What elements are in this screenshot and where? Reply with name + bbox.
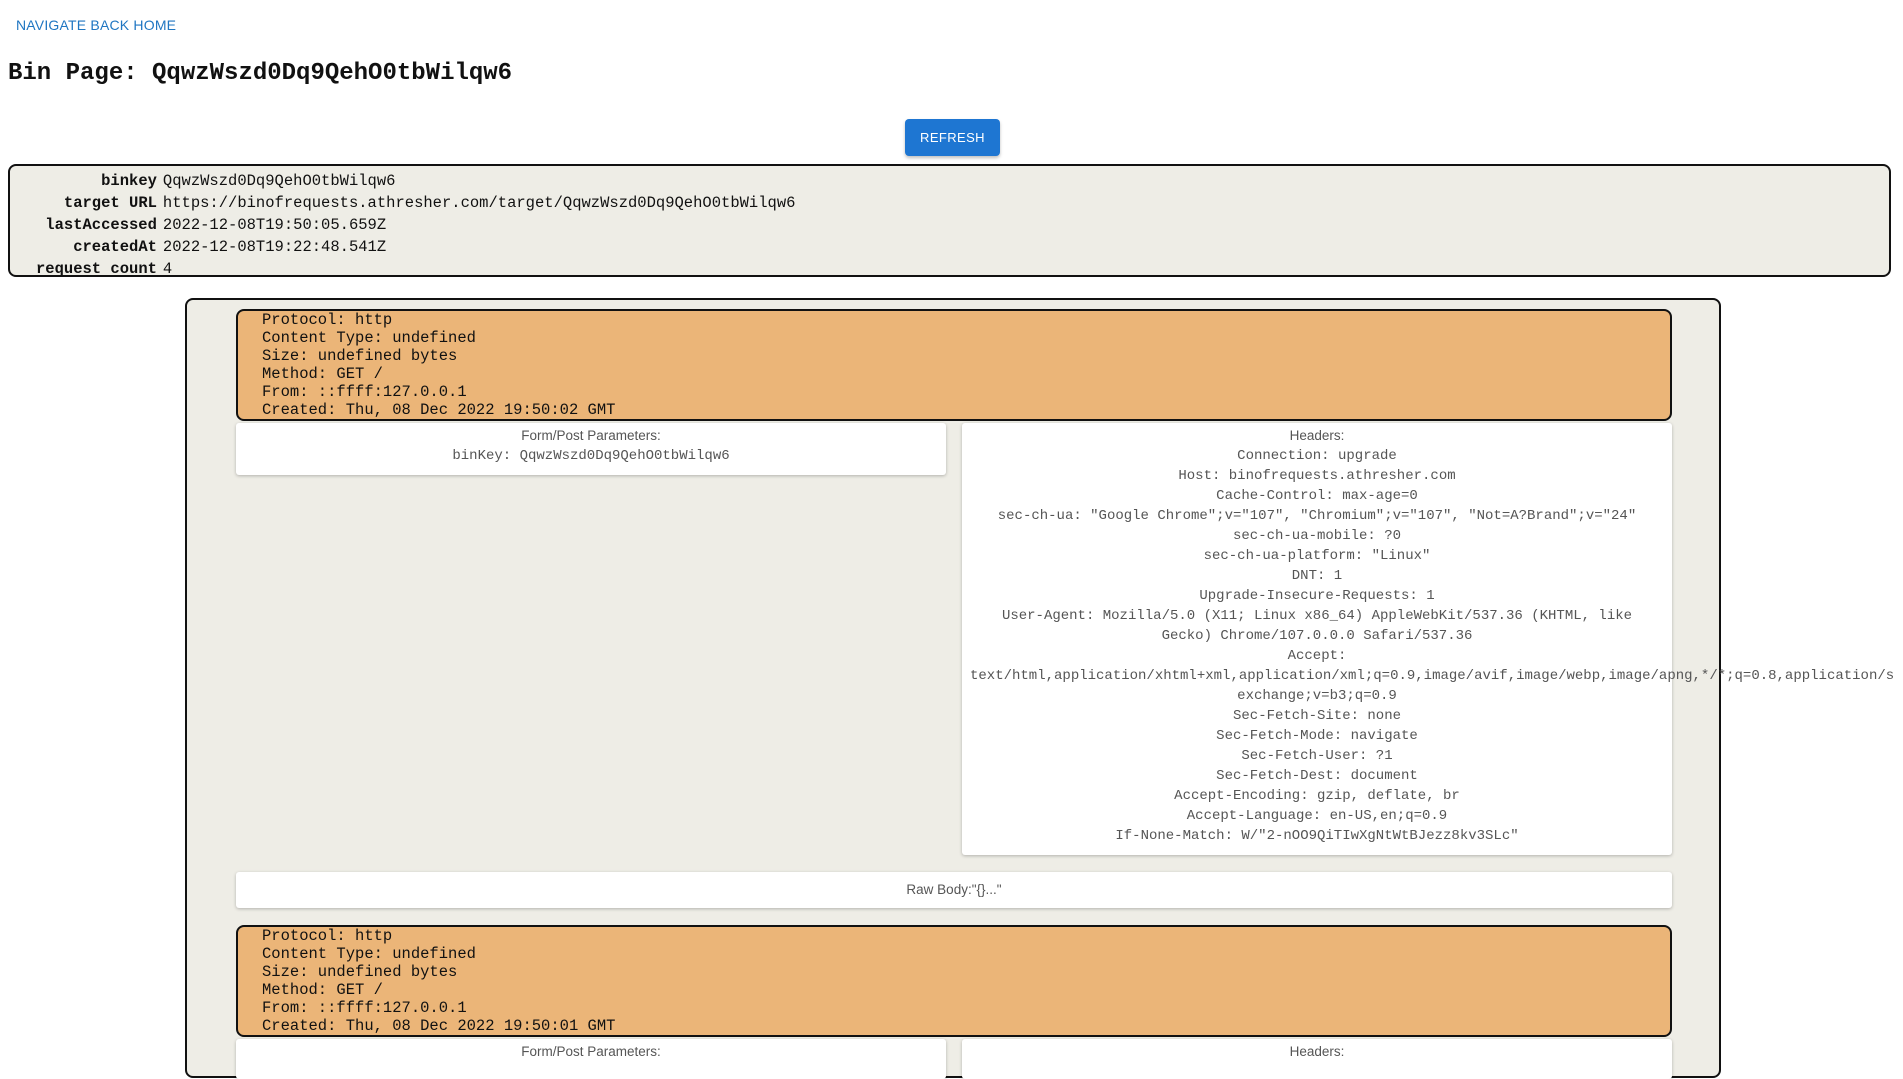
request-from: From: ::ffff:127.0.0.1: [262, 383, 467, 401]
refresh-button[interactable]: REFRESH: [905, 119, 1000, 156]
header-item: exchange;v=b3;q=0.9: [1237, 688, 1397, 704]
bin-info-value: https://binofrequests.athresher.com/targ…: [162, 194, 796, 212]
bin-info-row: target URL https://binofrequests.athresh…: [10, 192, 798, 214]
bin-info-value: 4: [162, 260, 173, 278]
request-created: Created: Thu, 08 Dec 2022 19:50:01 GMT: [262, 1017, 616, 1035]
bin-info-key: request count: [36, 260, 157, 278]
header-item: If-None-Match: W/"2-nOO9QiTIwXgNtWtBJezz…: [1115, 828, 1519, 844]
bin-info-key: binkey: [101, 172, 157, 190]
header-item: sec-ch-ua-platform: "Linux": [1203, 548, 1431, 564]
header-item: User-Agent: Mozilla/5.0 (X11; Linux x86_…: [1001, 608, 1633, 624]
header-item: Accept-Language: en-US,en;q=0.9: [1186, 808, 1448, 824]
request-content-type: Content Type: undefined: [262, 945, 476, 963]
headers-title: Headers:: [1289, 1044, 1345, 1059]
request-protocol: Protocol: http: [262, 927, 393, 945]
bin-info-key: createdAt: [73, 238, 157, 256]
header-item: Sec-Fetch-Dest: document: [1216, 768, 1418, 784]
bin-info-value: 2022-12-08T19:50:05.659Z: [162, 216, 387, 234]
bin-info-panel: binkey QqwzWszd0Dq9QehO0tbWilqw6 target …: [8, 164, 1891, 280]
requests-list: Protocol: http Content Type: undefined S…: [185, 298, 1895, 1079]
header-item: Accept-Encoding: gzip, deflate, br: [1174, 788, 1460, 804]
header-item: Gecko) Chrome/107.0.0.0 Safari/537.36: [1161, 628, 1473, 644]
header-item: Sec-Fetch-Mode: navigate: [1216, 728, 1418, 744]
header-item: Host: binofrequests.athresher.com: [1178, 468, 1456, 484]
bin-info-key: target URL: [63, 194, 157, 212]
request-content-type: Content Type: undefined: [262, 329, 476, 347]
bin-info-row: request count 4: [10, 258, 798, 280]
request-created: Created: Thu, 08 Dec 2022 19:50:02 GMT: [262, 401, 616, 419]
header-item: Connection: upgrade: [1237, 448, 1397, 464]
request-size: Size: undefined bytes: [262, 963, 458, 981]
form-param-item: binKey: QqwzWszd0Dq9QehO0tbWilqw6: [452, 448, 730, 464]
bin-info-table: binkey QqwzWszd0Dq9QehO0tbWilqw6 target …: [10, 170, 798, 280]
raw-body: Raw Body:"{}...": [236, 872, 1672, 908]
form-params-card: Form/Post Parameters:: [236, 1039, 946, 1079]
navigate-back-home-link[interactable]: NAVIGATE BACK HOME: [16, 17, 176, 33]
headers-title: Headers:: [1289, 428, 1345, 443]
header-item: text/html,application/xhtml+xml,applicat…: [970, 668, 1895, 684]
header-item: Upgrade-Insecure-Requests: 1: [1199, 588, 1435, 604]
form-params-title: Form/Post Parameters:: [521, 428, 661, 443]
header-item: sec-ch-ua: "Google Chrome";v="107", "Chr…: [997, 508, 1637, 524]
headers-card: Headers:: [962, 1039, 1672, 1079]
bin-info-value: 2022-12-08T19:22:48.541Z: [162, 238, 387, 256]
request-summary: Protocol: http Content Type: undefined S…: [236, 925, 1672, 1037]
form-params-card: Form/Post Parameters: binKey: QqwzWszd0D…: [236, 423, 946, 475]
request-protocol: Protocol: http: [262, 311, 393, 329]
request-summary: Protocol: http Content Type: undefined S…: [236, 309, 1672, 421]
header-item: Sec-Fetch-Site: none: [1232, 708, 1402, 724]
header-item: Sec-Fetch-User: ?1: [1241, 748, 1393, 764]
request-size: Size: undefined bytes: [262, 347, 458, 365]
bin-info-row: lastAccessed 2022-12-08T19:50:05.659Z: [10, 214, 798, 236]
request-method: Method: GET /: [262, 365, 383, 383]
request-method: Method: GET /: [262, 981, 383, 999]
header-item: DNT: 1: [1291, 568, 1343, 584]
request-from: From: ::ffff:127.0.0.1: [262, 999, 467, 1017]
header-item: Cache-Control: max-age=0: [1216, 488, 1418, 504]
bin-info-value: QqwzWszd0Dq9QehO0tbWilqw6: [162, 172, 396, 190]
header-item: Accept:: [1287, 648, 1347, 664]
bin-info-key: lastAccessed: [45, 216, 157, 234]
page-title: Bin Page: QqwzWszd0Dq9QehO0tbWilqw6: [8, 60, 513, 87]
header-item: sec-ch-ua-mobile: ?0: [1232, 528, 1402, 544]
headers-card: Headers: Connection: upgrade Host: binof…: [962, 423, 1895, 855]
form-params-title: Form/Post Parameters:: [521, 1044, 661, 1059]
bin-info-row: binkey QqwzWszd0Dq9QehO0tbWilqw6: [10, 170, 798, 192]
bin-info-row: createdAt 2022-12-08T19:22:48.541Z: [10, 236, 798, 258]
